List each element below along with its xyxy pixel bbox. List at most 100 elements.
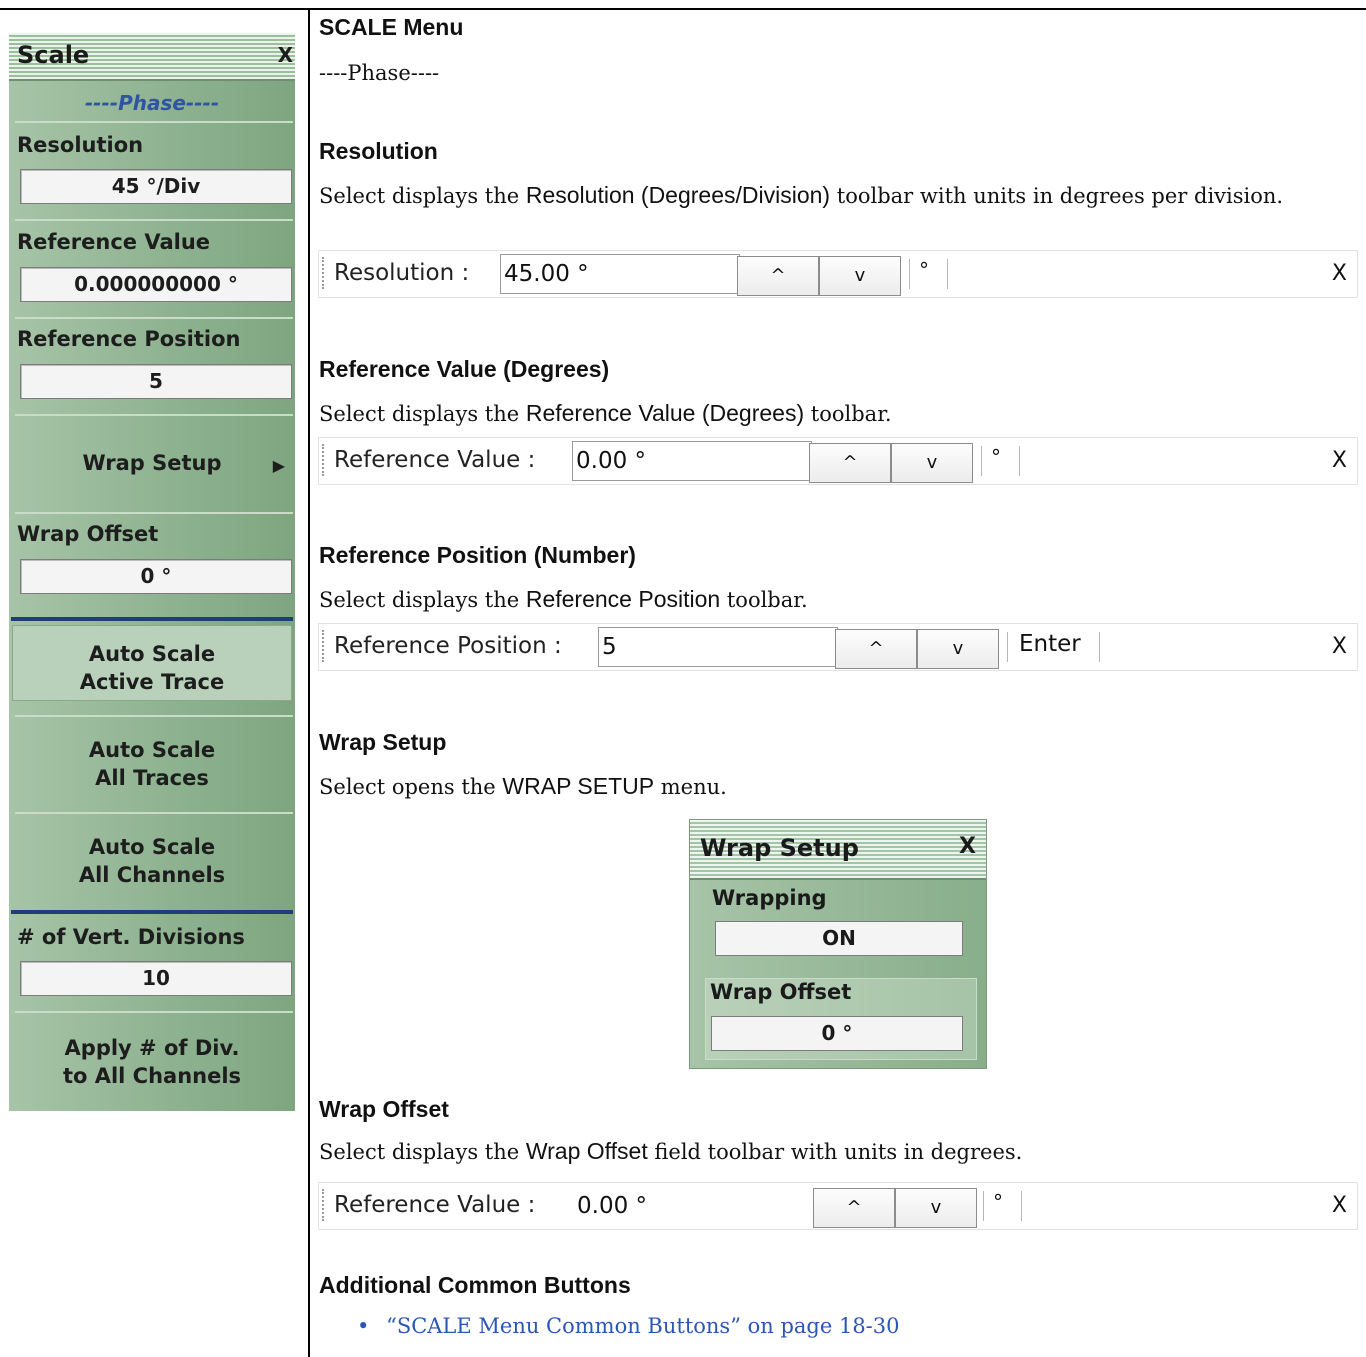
reference-position-heading: Reference Position (Number) xyxy=(319,542,636,568)
text: toolbar with units in degrees per divisi… xyxy=(830,184,1284,208)
wrapping-field[interactable]: ON xyxy=(715,921,963,956)
column-divider xyxy=(308,8,310,1357)
keyword: Wrap Offset xyxy=(525,1138,648,1164)
separator xyxy=(15,812,293,814)
reference-value-label: Reference Value xyxy=(17,230,211,254)
phase-header: ----Phase---- xyxy=(84,91,220,115)
unit-label: ° xyxy=(919,258,929,282)
unit-label: ° xyxy=(993,1190,1003,1214)
close-icon[interactable]: X xyxy=(1332,1193,1347,1218)
increment-button[interactable]: ^ xyxy=(813,1188,895,1228)
button-line: All Traces xyxy=(95,766,209,790)
wrap-offset-label: Wrap Offset xyxy=(710,980,852,1004)
close-icon[interactable]: X xyxy=(1332,261,1347,286)
resolution-input[interactable]: 45.00 ° xyxy=(500,254,740,294)
bullet: • xyxy=(357,1314,370,1338)
wrap-offset-heading: Wrap Offset xyxy=(319,1096,449,1122)
menu-title: SCALE Menu xyxy=(319,14,464,40)
close-icon[interactable]: X xyxy=(1332,634,1347,659)
reference-position-description: Select displays the Reference Position t… xyxy=(319,584,1339,616)
separator xyxy=(15,219,293,221)
text: field toolbar with units in degrees. xyxy=(647,1140,1023,1164)
text: Select displays the xyxy=(319,1140,526,1164)
wrapping-label: Wrapping xyxy=(712,886,827,910)
reference-value-input[interactable]: 0.00 ° xyxy=(572,441,812,481)
toolbar-label: Reference Value : xyxy=(334,1192,536,1218)
scale-menu-panel: Scale X ----Phase---- Resolution 45 °/Di… xyxy=(9,33,295,1111)
decrement-button[interactable]: v xyxy=(895,1188,977,1228)
text: toolbar. xyxy=(720,588,808,612)
text: Select displays the xyxy=(319,402,526,426)
divider xyxy=(947,259,948,289)
apply-divisions-button[interactable]: Apply # of Div. to All Channels xyxy=(9,1034,295,1090)
wrap-setup-description: Select opens the WRAP SETUP menu. xyxy=(319,771,1339,803)
divider xyxy=(1007,632,1008,662)
increment-button[interactable]: ^ xyxy=(737,256,819,296)
keyword: Resolution (Degrees/Division) xyxy=(525,182,831,208)
resolution-heading: Resolution xyxy=(319,138,438,164)
button-line: to All Channels xyxy=(62,1064,242,1088)
text: Select displays the xyxy=(319,588,526,612)
wrap-setup-title: Wrap Setup xyxy=(700,834,859,862)
keyword: Reference Value (Degrees) xyxy=(525,400,805,426)
divider xyxy=(981,446,982,476)
scale-menu-titlebar: Scale X xyxy=(9,33,295,81)
toolbar-grip[interactable] xyxy=(322,257,326,289)
wrap-offset-description: Select displays the Wrap Offset field to… xyxy=(319,1136,1339,1168)
toolbar-grip[interactable] xyxy=(322,444,326,476)
wrap-offset-field[interactable]: 0 ° xyxy=(711,1016,963,1051)
reference-position-field[interactable]: 5 xyxy=(20,364,292,399)
text: Select opens the xyxy=(319,775,503,799)
separator xyxy=(15,317,293,319)
scale-menu-title: Scale xyxy=(17,41,90,69)
wrap-setup-titlebar: Wrap Setup X xyxy=(690,820,986,880)
close-icon[interactable]: X xyxy=(1332,448,1347,473)
separator xyxy=(15,512,293,514)
group-separator xyxy=(11,910,293,914)
reference-value-field[interactable]: 0.000000000 ° xyxy=(20,267,292,302)
toolbar-label: Reference Value : xyxy=(334,447,536,473)
auto-scale-all-channels-button[interactable]: Auto Scale All Channels xyxy=(9,833,295,889)
group-separator xyxy=(11,617,293,621)
submenu-arrow-icon: ▶ xyxy=(272,456,285,475)
enter-button[interactable]: Enter xyxy=(1019,631,1081,657)
auto-scale-active-trace-button[interactable]: Auto Scale Active Trace xyxy=(12,625,292,701)
resolution-description: Select displays the Resolution (Degrees/… xyxy=(319,180,1339,212)
resolution-field[interactable]: 45 °/Div xyxy=(20,169,292,204)
resolution-toolbar: Resolution : 45.00 ° ^ v ° X xyxy=(318,250,1358,298)
toolbar-label: Reference Position : xyxy=(334,633,562,659)
divider xyxy=(909,259,910,289)
auto-scale-all-traces-button[interactable]: Auto Scale All Traces xyxy=(9,736,295,792)
reference-value-description: Select displays the Reference Value (Deg… xyxy=(319,398,1339,430)
separator xyxy=(15,715,293,717)
reference-value-toolbar: Reference Value : 0.00 ° ^ v ° X xyxy=(318,437,1358,485)
vert-divisions-field[interactable]: 10 xyxy=(20,961,292,996)
button-line: Auto Scale xyxy=(88,642,216,666)
toolbar-grip[interactable] xyxy=(322,1189,326,1221)
text: menu. xyxy=(654,775,727,799)
button-line: Active Trace xyxy=(79,670,225,694)
keyword: WRAP SETUP xyxy=(502,773,655,799)
wrap-setup-button[interactable]: Wrap Setup ▶ xyxy=(9,449,295,483)
increment-button[interactable]: ^ xyxy=(809,443,891,483)
wrap-offset-label: Wrap Offset xyxy=(17,522,159,546)
decrement-button[interactable]: v xyxy=(891,443,973,483)
decrement-button[interactable]: v xyxy=(917,629,999,669)
reference-position-input[interactable]: 5 xyxy=(598,627,838,667)
text: Select displays the xyxy=(319,184,526,208)
increment-button[interactable]: ^ xyxy=(835,629,917,669)
reference-value-heading: Reference Value (Degrees) xyxy=(319,356,610,382)
reference-position-toolbar: Reference Position : 5 ^ v Enter X xyxy=(318,623,1358,671)
wrap-offset-input[interactable]: 0.00 ° xyxy=(573,1186,813,1226)
wrap-offset-field[interactable]: 0 ° xyxy=(20,559,292,594)
decrement-button[interactable]: v xyxy=(819,256,901,296)
button-line: Apply # of Div. xyxy=(64,1036,240,1060)
close-icon[interactable]: X xyxy=(959,834,976,859)
wrap-setup-heading: Wrap Setup xyxy=(319,729,447,755)
unit-label: ° xyxy=(991,445,1001,469)
wrap-setup-label: Wrap Setup xyxy=(82,451,222,475)
divider xyxy=(1099,632,1100,662)
close-icon[interactable]: X xyxy=(278,43,293,67)
common-buttons-link[interactable]: “SCALE Menu Common Buttons” on page 18-3… xyxy=(386,1314,899,1338)
toolbar-grip[interactable] xyxy=(322,630,326,662)
